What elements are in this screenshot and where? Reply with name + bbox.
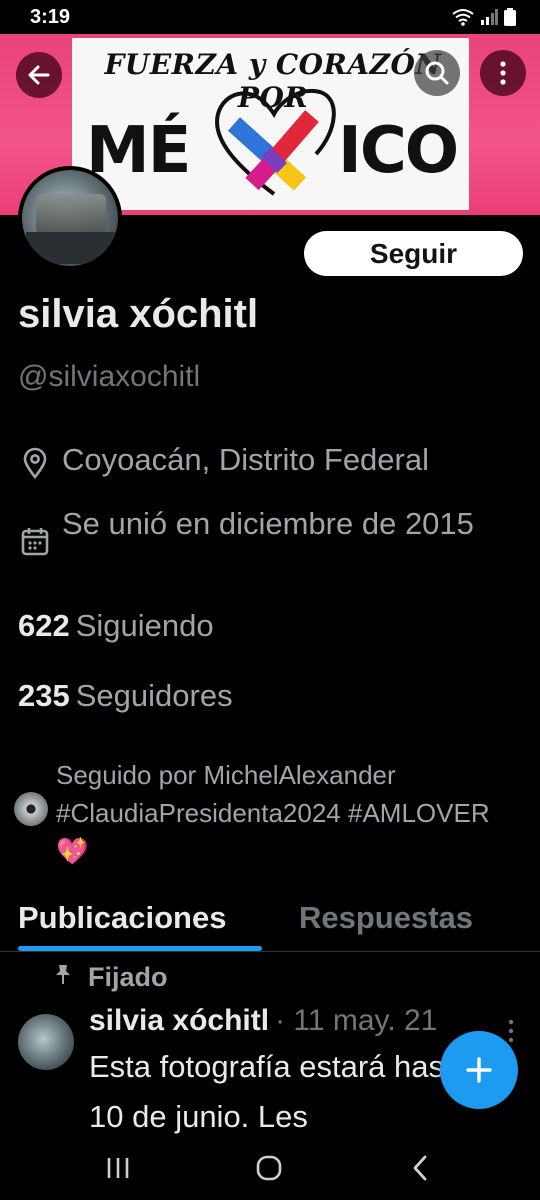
following-stat[interactable]: 622 Siguiendo <box>18 608 214 644</box>
recent-apps-button[interactable] <box>98 1152 138 1184</box>
pinned-label: Fijado <box>52 962 168 993</box>
tab-replies[interactable]: Respuestas <box>299 900 473 936</box>
followed-by[interactable]: Seguido por MichelAlexander #ClaudiaPres… <box>14 756 514 870</box>
followers-count: 235 <box>18 678 70 713</box>
banner-image: FUERZA y CORAZÓN POR MÉ ICO <box>72 38 469 210</box>
profile-tabs: Publicaciones Respuestas <box>0 896 540 952</box>
followers-label: Seguidores <box>75 678 233 713</box>
following-count: 622 <box>18 608 70 643</box>
plus-icon <box>466 1057 492 1083</box>
more-vertical-icon <box>500 61 506 85</box>
banner-main-right: ICO <box>338 114 459 188</box>
battery-icon <box>504 8 516 26</box>
post-author-avatar[interactable] <box>18 1014 74 1070</box>
post-header: silvia xóchitl · 11 may. 21 <box>89 1004 437 1038</box>
tab-posts[interactable]: Publicaciones <box>18 900 226 936</box>
profile-avatar[interactable] <box>18 166 122 270</box>
follower-avatar <box>14 792 48 826</box>
banner-main-text: MÉ ICO <box>78 88 463 196</box>
signal-icon <box>481 9 498 25</box>
status-time: 3:19 <box>30 6 71 28</box>
calendar-icon <box>21 528 49 556</box>
status-icons <box>452 8 516 26</box>
avatar-photo-detail <box>36 194 106 234</box>
handle: @silviaxochitl <box>18 360 201 393</box>
location-row: Coyoacán, Distrito Federal <box>18 442 429 480</box>
back-button[interactable] <box>16 52 62 98</box>
location-pin-icon <box>23 447 47 480</box>
search-button[interactable] <box>414 50 460 96</box>
followed-by-text: Seguido por MichelAlexander #ClaudiaPres… <box>56 760 490 866</box>
status-bar: 3:19 <box>0 0 540 34</box>
post-more-icon[interactable] <box>506 1018 516 1044</box>
heart-cross-logo <box>215 88 336 196</box>
pinned-text: Fijado <box>88 962 168 992</box>
compose-button[interactable] <box>440 1031 518 1109</box>
pin-icon <box>56 964 70 984</box>
follow-button[interactable]: Seguir <box>304 231 523 276</box>
system-nav-bar <box>0 1136 540 1200</box>
avatar-photo-base <box>26 232 116 264</box>
search-icon <box>425 61 449 85</box>
recent-apps-icon <box>107 1158 129 1178</box>
display-name: silvia xóchitl <box>18 292 259 336</box>
system-back-button[interactable] <box>400 1152 440 1184</box>
more-options-button[interactable] <box>480 50 526 96</box>
home-icon <box>256 1155 282 1181</box>
chevron-left-icon <box>413 1155 427 1181</box>
wifi-icon <box>452 9 474 26</box>
active-tab-indicator <box>18 946 262 951</box>
post-author-name[interactable]: silvia xóchitl <box>89 1004 269 1037</box>
following-label: Siguiendo <box>75 608 214 643</box>
joined-row: Se unió en diciembre de 2015 <box>18 500 518 558</box>
followers-stat[interactable]: 235 Seguidores <box>18 678 233 714</box>
location-text: Coyoacán, Distrito Federal <box>62 442 429 477</box>
arrow-left-icon <box>28 65 50 85</box>
post-date: · 11 may. 21 <box>275 1004 438 1037</box>
home-button[interactable] <box>249 1152 289 1184</box>
joined-text: Se unió en diciembre de 2015 <box>62 506 474 541</box>
